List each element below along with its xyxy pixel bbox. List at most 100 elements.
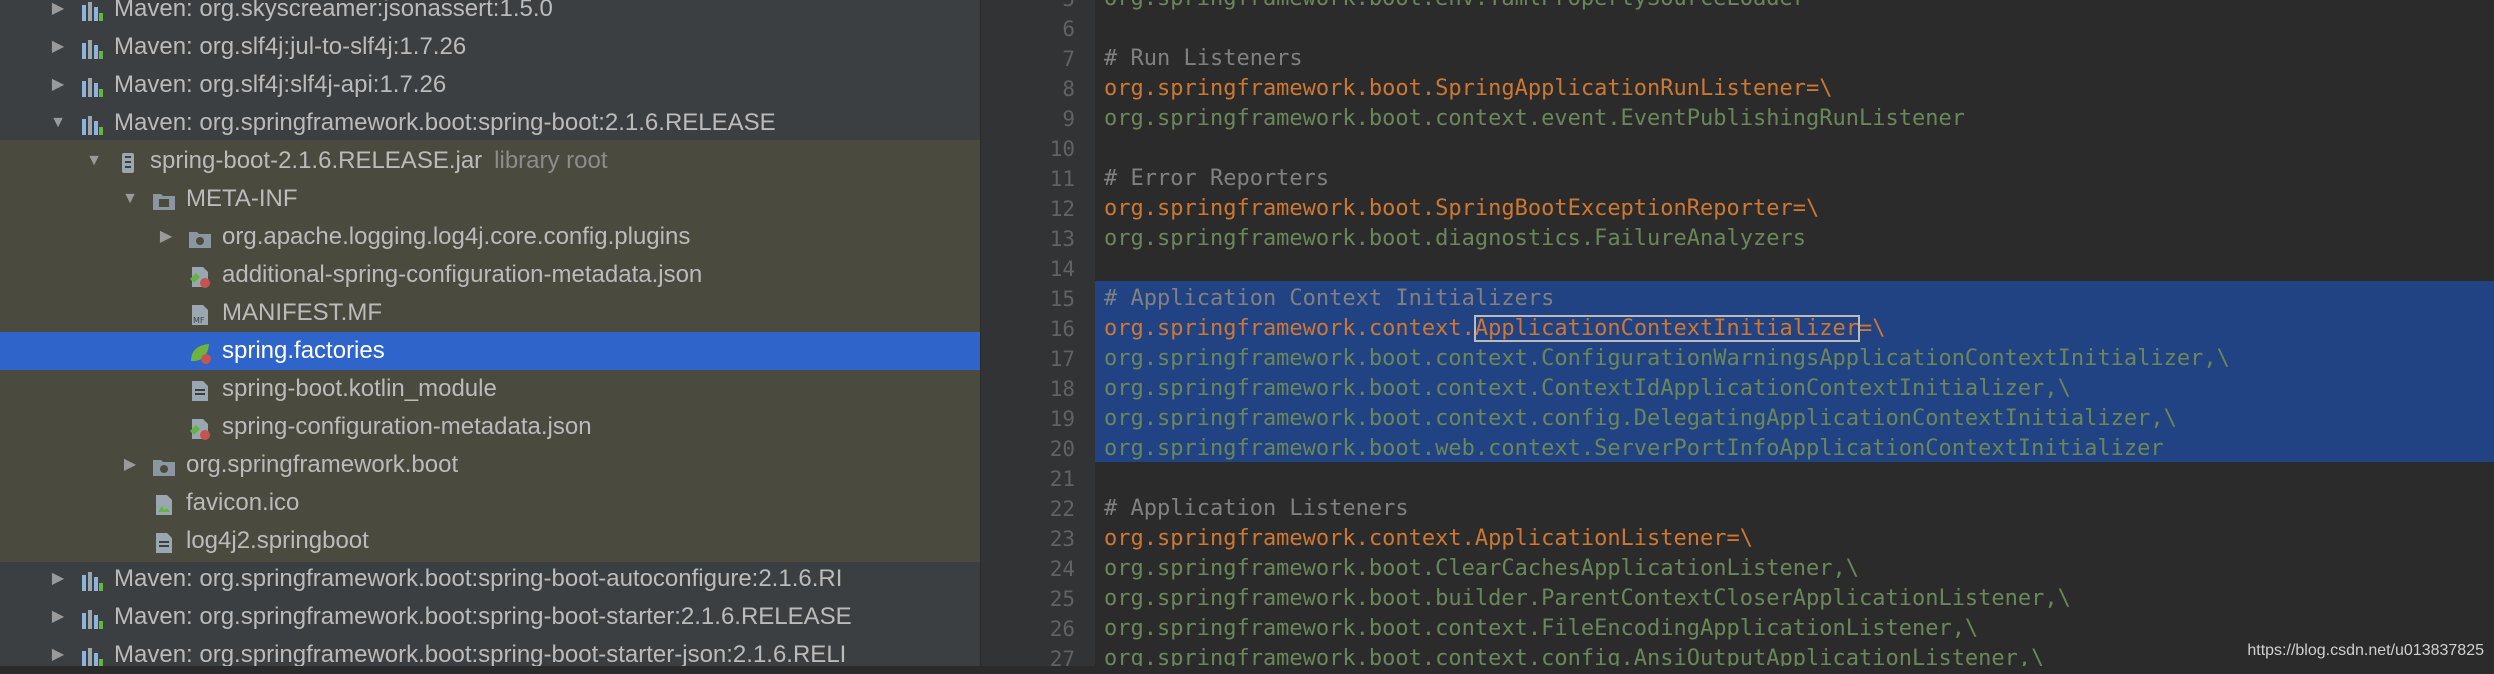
- line-number: 13: [1049, 227, 1075, 251]
- line-number: 17: [1049, 347, 1075, 371]
- code-line[interactable]: # Run Listeners: [1104, 44, 1303, 74]
- code-token: =\: [1858, 316, 1886, 341]
- image-file-icon: [152, 491, 176, 515]
- tree-row[interactable]: ▶ Maven: org.springframework.boot:spring-…: [0, 598, 980, 636]
- code-line[interactable]: org.springframework.boot.context.FileEnc…: [1104, 614, 1978, 644]
- line-number-gutter: 5 6 7 8 9 10 11 12 13 14 15 16 17 18 19 20 21 22 23 24 25 26 2…: [980, 0, 1096, 671]
- line-number: 12: [1049, 197, 1075, 221]
- line-number: 23: [1049, 527, 1075, 551]
- tree-row[interactable]: ▶ Maven: org.springframework.boot:spring-…: [0, 560, 980, 598]
- project-tree[interactable]: ▶ Maven: org.skyscreamer:jsonassert:1.5.0…: [0, 0, 980, 666]
- json-file-icon: [188, 263, 212, 288]
- code-line[interactable]: org.springframework.boot.ClearCachesAppl…: [1104, 554, 1859, 584]
- code-token: org.springframework.boot.env.YamlPropert…: [1104, 0, 1806, 11]
- tree-row-label: spring-boot.kotlin_module: [222, 375, 497, 402]
- tree-row[interactable]: ▶ Maven: org.springframework.boot:spring-…: [0, 636, 980, 666]
- code-token: org.springframework.boot.builder.ParentC…: [1104, 586, 2071, 611]
- code-line[interactable]: org.springframework.boot.context.config.…: [1104, 644, 2044, 666]
- line-number: 10: [1049, 137, 1075, 161]
- line-number: 16: [1049, 317, 1075, 341]
- tree-row-label: org.apache.logging.log4j.core.config.plu…: [222, 223, 691, 250]
- file-icon: [152, 529, 176, 553]
- code-token: org.springframework.boot.context.event.E…: [1104, 106, 1965, 131]
- code-token: # Application Context Initializers: [1104, 286, 1555, 311]
- collapse-arrow-icon[interactable]: ▼: [48, 104, 68, 142]
- code-line[interactable]: org.springframework.boot.context.Configu…: [1104, 344, 2230, 374]
- collapse-arrow-icon[interactable]: ▼: [120, 180, 140, 218]
- line-number: 19: [1049, 407, 1075, 431]
- code-token: =\: [1806, 76, 1833, 101]
- tree-row-label: additional-spring-configuration-metadata…: [222, 261, 703, 288]
- line-number: 20: [1049, 437, 1075, 461]
- line-number: 24: [1049, 557, 1075, 581]
- tree-row[interactable]: MF MANIFEST.MF: [0, 294, 980, 332]
- tree-row-label: Maven: org.slf4j:slf4j-api:1.7.26: [114, 71, 447, 98]
- library-icon: [80, 73, 104, 97]
- tree-row[interactable]: favicon.ico: [0, 484, 980, 522]
- code-line[interactable]: org.springframework.boot.context.config.…: [1104, 404, 2177, 434]
- code-token: =\: [1792, 196, 1820, 221]
- tree-row[interactable]: ▼ META-INF: [0, 180, 980, 218]
- library-icon: [80, 0, 104, 21]
- code-token: org.springframework.boot.web.context.Ser…: [1104, 436, 2164, 461]
- json-file-icon: [188, 415, 212, 440]
- expand-arrow-icon[interactable]: ▶: [48, 28, 68, 66]
- svg-text:MF: MF: [193, 316, 205, 325]
- expand-arrow-icon[interactable]: ▶: [48, 66, 68, 104]
- tree-row[interactable]: ▶ Maven: org.slf4j:slf4j-api:1.7.26: [0, 66, 980, 104]
- code-line[interactable]: # Application Listeners: [1104, 494, 1409, 524]
- expand-arrow-icon[interactable]: ▶: [156, 218, 176, 256]
- code-line[interactable]: org.springframework.context.ApplicationC…: [1104, 314, 1885, 344]
- code-line[interactable]: org.springframework.context.ApplicationL…: [1104, 524, 1753, 554]
- expand-arrow-icon[interactable]: ▶: [48, 0, 68, 28]
- expand-arrow-icon[interactable]: ▶: [48, 636, 68, 666]
- tree-row[interactable]: ▼ spring-boot-2.1.6.RELEASE.jar library ro…: [0, 142, 980, 180]
- tree-row[interactable]: ▶ Maven: org.skyscreamer:jsonassert:1.5.0: [0, 0, 980, 28]
- code-line[interactable]: # Error Reporters: [1104, 164, 1329, 194]
- code-token: org.springframework.boot.diagnostics.Fai…: [1104, 226, 1806, 251]
- code-line[interactable]: # Application Context Initializers: [1104, 284, 1554, 314]
- manifest-file-icon: MF: [188, 301, 212, 325]
- expand-arrow-icon[interactable]: ▶: [48, 598, 68, 636]
- tree-row[interactable]: spring-configuration-metadata.json: [0, 408, 980, 446]
- expand-arrow-icon[interactable]: ▶: [120, 446, 140, 484]
- tree-row-label: favicon.ico: [186, 489, 300, 516]
- line-number: 14: [1049, 257, 1075, 281]
- library-icon: [80, 643, 104, 666]
- tree-row[interactable]: ▼ Maven: org.springframework.boot:spring-…: [0, 104, 980, 142]
- code-line[interactable]: org.springframework.boot.builder.ParentC…: [1104, 584, 2071, 614]
- spring-factories-icon: [188, 339, 212, 364]
- code-line[interactable]: org.springframework.boot.web.context.Ser…: [1104, 434, 2164, 464]
- tree-row[interactable]: ▶ Maven: org.slf4j:jul-to-slf4j:1.7.26: [0, 28, 980, 66]
- code-token: org.springframework.context.ApplicationL…: [1104, 526, 1727, 551]
- file-icon: [188, 377, 212, 401]
- expand-arrow-icon[interactable]: ▶: [48, 560, 68, 598]
- code-token: org.springframework.boot.SpringApplicati…: [1104, 76, 1806, 101]
- code-editor[interactable]: org.springframework.boot.env.YamlPropert…: [1095, 0, 2494, 666]
- code-line[interactable]: org.springframework.boot.env.YamlPropert…: [1104, 0, 1806, 14]
- code-token: =\: [1726, 526, 1754, 551]
- code-line[interactable]: org.springframework.boot.context.event.E…: [1104, 104, 1965, 134]
- code-token: # Error Reporters: [1104, 166, 1330, 191]
- tree-row-label: spring-configuration-metadata.json: [222, 413, 592, 440]
- tree-row-label: MANIFEST.MF: [222, 299, 382, 326]
- tree-row[interactable]: ▶ org.springframework.boot: [0, 446, 980, 484]
- line-number: 26: [1049, 617, 1075, 641]
- code-line[interactable]: org.springframework.boot.SpringApplicati…: [1104, 74, 1833, 104]
- tree-row[interactable]: spring-boot.kotlin_module: [0, 370, 980, 408]
- tree-row-label: log4j2.springboot: [186, 527, 369, 554]
- tree-row[interactable]: spring.factories: [0, 332, 980, 370]
- tree-row[interactable]: log4j2.springboot: [0, 522, 980, 560]
- code-line[interactable]: org.springframework.boot.context.Context…: [1104, 374, 2071, 404]
- tree-row-label: Maven: org.springframework.boot:spring-b…: [114, 641, 847, 666]
- code-token: org.springframework.boot.ClearCachesAppl…: [1104, 556, 1859, 581]
- code-line[interactable]: org.springframework.boot.SpringBootExcep…: [1104, 194, 1819, 224]
- tree-row[interactable]: ▶ org.apache.logging.log4j.core.config.pl…: [0, 218, 980, 256]
- folder-icon: [152, 187, 176, 211]
- library-icon: [80, 567, 104, 591]
- collapse-arrow-icon[interactable]: ▼: [84, 142, 104, 180]
- line-number: 5: [995, 0, 1075, 14]
- code-line[interactable]: org.springframework.boot.diagnostics.Fai…: [1104, 224, 1806, 254]
- library-icon: [80, 605, 104, 629]
- tree-row[interactable]: additional-spring-configuration-metadata…: [0, 256, 980, 294]
